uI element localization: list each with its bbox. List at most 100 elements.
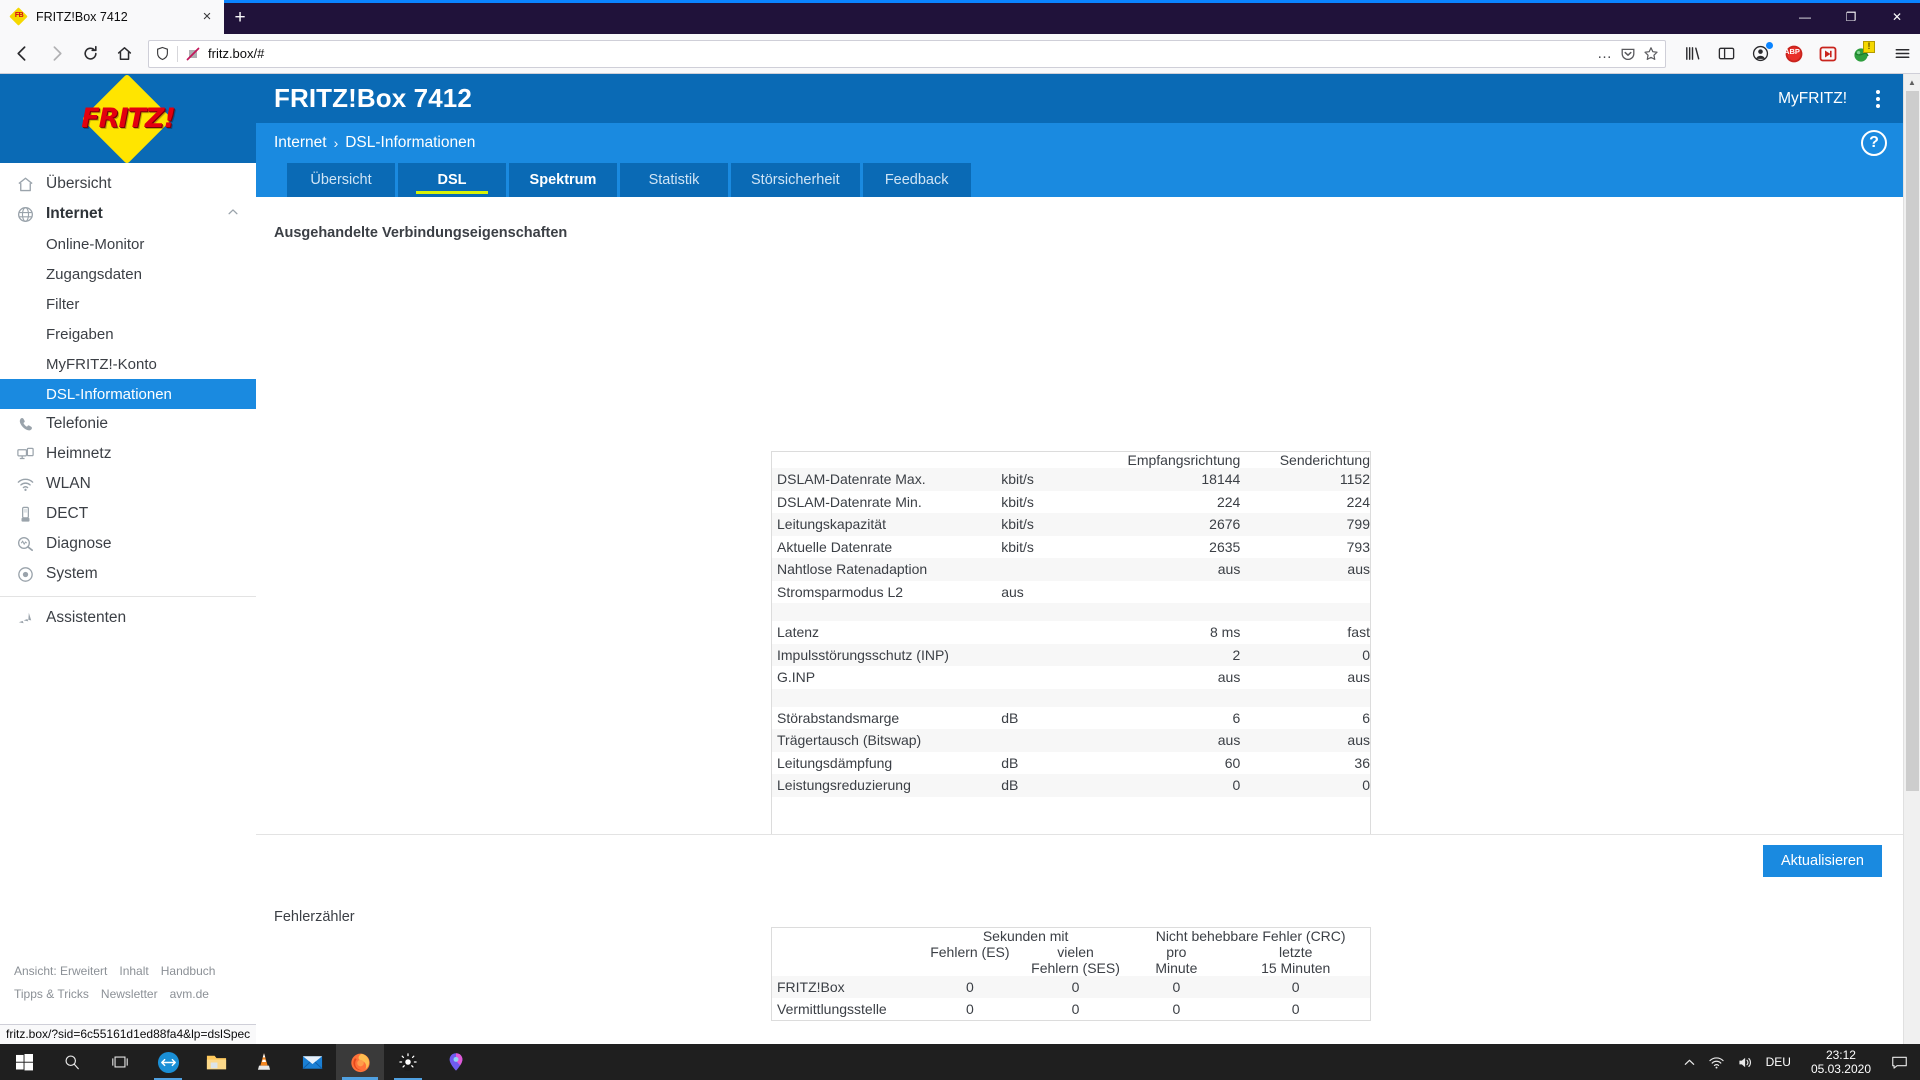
task-view-button[interactable] (96, 1044, 144, 1080)
tray-chevron-icon[interactable] (1683, 1056, 1696, 1069)
sidebar-item-freigaben[interactable]: Freigaben (0, 319, 256, 349)
tab-statistik[interactable]: Statistik (620, 163, 728, 197)
home-icon[interactable] (108, 38, 140, 70)
search-button[interactable] (48, 1044, 96, 1080)
speedometer-button[interactable] (384, 1044, 432, 1080)
footer-link-ansicht[interactable]: Ansicht: Erweitert (14, 964, 107, 978)
sidebar-item-diagnose[interactable]: Diagnose (0, 529, 256, 559)
home-icon (14, 173, 36, 195)
breadcrumb-parent[interactable]: Internet (274, 134, 327, 152)
teamviewer-button[interactable] (144, 1044, 192, 1080)
section-title-fehlerzaehler: Fehlerzähler (274, 909, 355, 925)
notification-icon[interactable] (1891, 1055, 1908, 1070)
flash-icon[interactable] (1816, 42, 1840, 66)
new-tab-button[interactable]: + (224, 4, 256, 34)
firefox-button[interactable] (336, 1044, 384, 1080)
footer-link-avm[interactable]: avm.de (170, 987, 209, 1001)
sub-header-ses-line1: vielen (1057, 944, 1094, 960)
sidebar-item-assistenten[interactable]: Assistenten (0, 603, 256, 633)
table-row: Nahtlose Ratenadaption aus aus (772, 558, 1370, 581)
footer-link-inhalt[interactable]: Inhalt (119, 964, 148, 978)
sidebar-item-filter[interactable]: Filter (0, 289, 256, 319)
scroll-up-icon[interactable]: ▲ (1904, 74, 1920, 91)
sidebar-item-heimnetz[interactable]: Heimnetz (0, 439, 256, 469)
forward-icon (40, 38, 72, 70)
table-group-header-row: Sekunden mit Nicht behebbare Fehler (CRC… (772, 928, 1370, 944)
table-row: Latenz 8 ms fast (777, 624, 1370, 641)
help-icon[interactable]: ? (1861, 130, 1887, 156)
table-subheader-row: Fehlern (ES) vielen pro letzte (772, 944, 1370, 960)
globe-warning-icon[interactable]: ! (1850, 40, 1875, 66)
window-close-icon[interactable]: ✕ (1874, 0, 1920, 34)
sidebar-icon[interactable] (1714, 42, 1738, 66)
fritz-logo-area: FRITZ! (0, 73, 256, 164)
taskbar-clock[interactable]: 23:12 05.03.2020 (1803, 1048, 1879, 1076)
close-icon[interactable]: × (198, 8, 216, 26)
star-icon[interactable] (1643, 46, 1659, 62)
mail-button[interactable] (288, 1044, 336, 1080)
maximize-icon[interactable]: ❐ (1828, 0, 1874, 34)
minimize-icon[interactable]: — (1782, 0, 1828, 34)
wifi-icon[interactable] (1708, 1055, 1725, 1070)
tab-stoersicherheit[interactable]: Störsicherheit (731, 163, 860, 197)
adblock-plus-icon[interactable]: ABP (1782, 42, 1806, 66)
table-row: FRITZ!Box 0 0 0 0 (772, 976, 1370, 998)
sidebar-item-label: Diagnose (46, 535, 112, 552)
maps-button[interactable] (432, 1044, 480, 1080)
sidebar-item-myfritz-konto[interactable]: MyFRITZ!-Konto (0, 349, 256, 379)
sidebar-item-dect[interactable]: DECT (0, 499, 256, 529)
back-icon[interactable] (6, 38, 38, 70)
url-text[interactable]: fritz.box/# (208, 46, 1590, 61)
page-scrollbar[interactable]: ▲ (1903, 74, 1920, 1044)
fritz-favicon: FB (9, 7, 28, 26)
sidebar-item-telefonie[interactable]: Telefonie (0, 409, 256, 439)
shield-icon[interactable] (155, 46, 170, 61)
sidebar-footer-row1: Ansicht: Erweitert Inhalt Handbuch (14, 960, 256, 983)
reload-icon[interactable] (74, 38, 106, 70)
tab-spektrum[interactable]: Spektrum (509, 163, 617, 197)
sidebar-item-zugangsdaten[interactable]: Zugangsdaten (0, 259, 256, 289)
page-actions-icon[interactable]: … (1597, 45, 1613, 62)
footer-link-newsletter[interactable]: Newsletter (101, 987, 158, 1001)
sidebar-item-dsl-informationen[interactable]: DSL-Informationen (0, 379, 256, 409)
table-row: Aktuelle Datenrate kbit/s 2635 793 (777, 538, 1370, 555)
tab-uebersicht[interactable]: Übersicht (287, 163, 395, 197)
vlc-button[interactable] (240, 1044, 288, 1080)
sidebar-item-uebersicht[interactable]: Übersicht (0, 169, 256, 199)
address-bar[interactable]: fritz.box/# … (148, 39, 1666, 68)
tab-feedback[interactable]: Feedback (862, 163, 971, 197)
scrollbar-thumb[interactable] (1906, 91, 1919, 791)
tracking-protection-off-icon[interactable] (185, 46, 201, 62)
network-icon (14, 443, 36, 465)
refresh-button[interactable]: Aktualisieren (1762, 845, 1882, 877)
breadcrumb-separator: › (333, 135, 339, 151)
dsl-panel: Ausgehandelte Verbindungseigenschaften E… (256, 197, 1903, 1021)
sidebar-item-label: Zugangsdaten (46, 265, 142, 283)
file-explorer-button[interactable] (192, 1044, 240, 1080)
pocket-icon[interactable] (1620, 46, 1636, 62)
footer-link-tipps[interactable]: Tipps & Tricks (14, 987, 89, 1001)
sidebar-item-internet[interactable]: Internet (0, 199, 256, 229)
sidebar-item-online-monitor[interactable]: Online-Monitor (0, 229, 256, 259)
sub-header-letzte-line2: 15 Minuten (1261, 960, 1331, 976)
chevron-up-icon[interactable] (226, 205, 240, 224)
kebab-menu-icon[interactable] (1861, 89, 1895, 108)
sidebar-item-label: DECT (46, 505, 89, 522)
speaker-icon[interactable] (1737, 1055, 1754, 1070)
tab-dsl[interactable]: DSL (398, 163, 506, 197)
start-button[interactable] (0, 1044, 48, 1080)
sidebar-item-label: WLAN (46, 475, 91, 492)
sidebar-item-system[interactable]: System (0, 559, 256, 589)
firefox-window: FB FRITZ!Box 7412 × + — ❐ ✕ fritz.box/# … (0, 0, 1920, 1044)
sidebar-item-wlan[interactable]: WLAN (0, 469, 256, 499)
app-menu-icon[interactable] (1890, 42, 1914, 66)
footer-link-handbuch[interactable]: Handbuch (161, 964, 216, 978)
clock-time: 23:12 (1825, 1048, 1856, 1062)
myfritz-link[interactable]: MyFRITZ! (1778, 90, 1847, 108)
urlbar-divider (177, 45, 178, 62)
browser-tab[interactable]: FB FRITZ!Box 7412 × (0, 0, 224, 34)
account-icon[interactable] (1748, 41, 1773, 66)
section-title-verbindungseigenschaften: Ausgehandelte Verbindungseigenschaften (274, 225, 568, 241)
language-indicator[interactable]: DEU (1766, 1055, 1791, 1069)
library-icon[interactable] (1680, 42, 1704, 66)
